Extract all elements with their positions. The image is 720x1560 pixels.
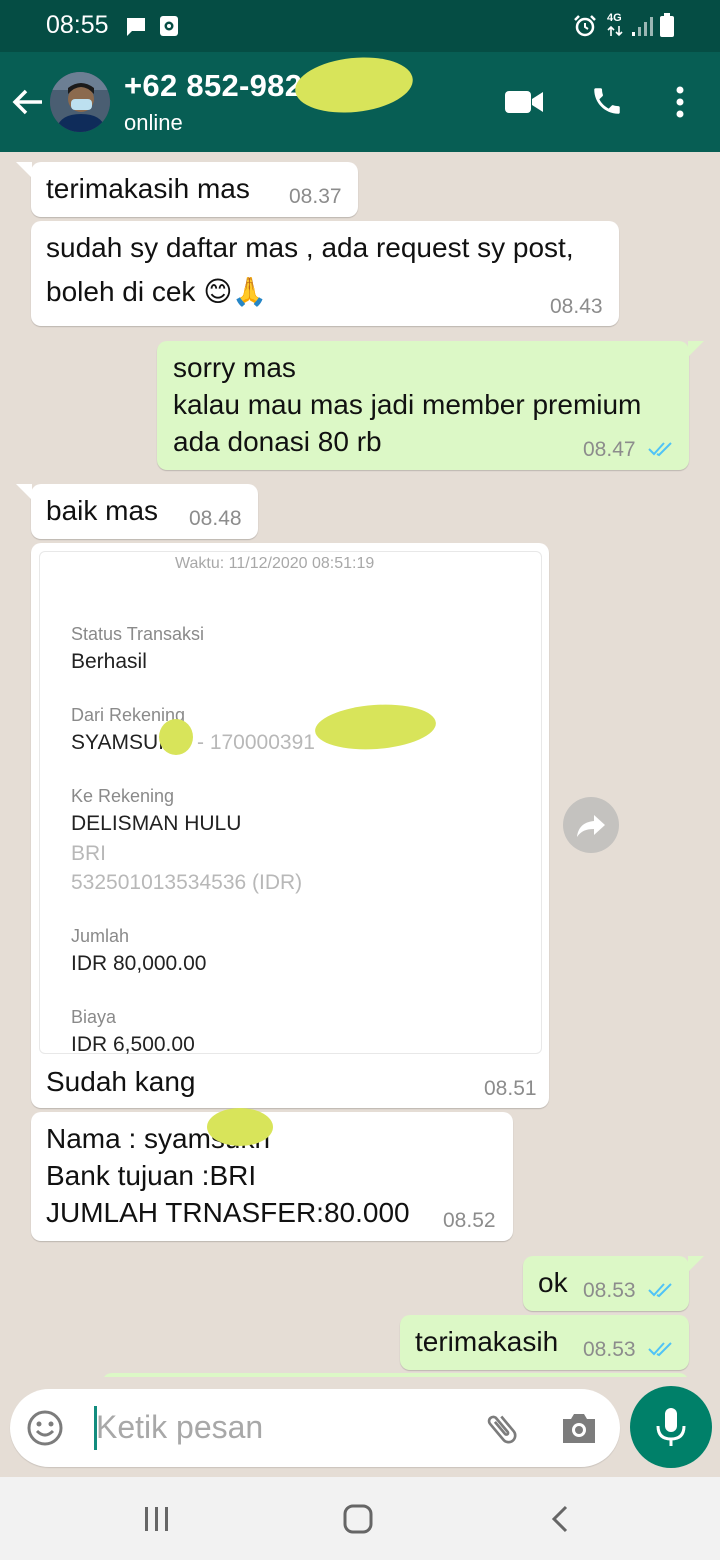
back-arrow-icon[interactable]	[8, 82, 48, 122]
bubble-tail	[688, 1256, 704, 1272]
message-time: 08.53	[583, 1279, 636, 1302]
message-time: 08.37	[289, 185, 342, 208]
message-text: JUMLAH TRNASFER:80.000	[46, 1197, 410, 1228]
status-value: Berhasil	[71, 650, 147, 673]
voice-call-icon[interactable]	[590, 84, 624, 118]
to-bank: BRI	[71, 842, 107, 865]
recent-apps-icon[interactable]	[140, 1505, 174, 1533]
message-text: baik mas	[46, 495, 159, 526]
contact-avatar[interactable]	[50, 72, 110, 132]
attach-icon[interactable]	[482, 1409, 522, 1449]
message-input-box[interactable]: Ketik pesan	[10, 1389, 620, 1467]
status-label: Status Transaksi	[71, 624, 205, 644]
incoming-message[interactable]: terimakasih mas 08.37	[31, 162, 358, 217]
outgoing-message[interactable]: terimakasih 08.53	[400, 1315, 689, 1370]
to-account-name: DELISMAN HULU	[71, 812, 242, 835]
contact-name[interactable]: +62 852-982	[124, 68, 302, 104]
from-account-name: SYAMSUI	[71, 731, 164, 754]
message-text: boleh di cek 😊🙏	[46, 276, 268, 307]
chat-header: +62 852-982 online	[0, 51, 720, 152]
incoming-image-message[interactable]: Waktu: 11/12/2020 08:51:19 Status Transa…	[31, 543, 549, 1108]
message-time: 08.47	[583, 438, 636, 461]
back-nav-icon[interactable]	[546, 1503, 576, 1535]
image-caption: Sudah kang	[46, 1066, 196, 1097]
read-receipt-icon	[648, 1342, 672, 1357]
alarm-icon	[574, 15, 596, 37]
video-call-icon[interactable]	[504, 88, 544, 116]
incoming-message[interactable]: Nama : syamsukri Bank tujuan :BRI JUMLAH…	[31, 1108, 513, 1241]
home-icon[interactable]	[340, 1503, 376, 1535]
message-text: sudah sy daftar mas , ada request sy pos…	[46, 232, 574, 263]
system-nav-bar	[0, 1477, 720, 1560]
amount-label: Jumlah	[71, 926, 130, 946]
message-time: 08.43	[550, 295, 603, 318]
message-time: 08.48	[189, 507, 242, 530]
bubble-tail	[16, 484, 32, 500]
message-text: terimakasih mas	[46, 173, 250, 204]
redaction-mark	[159, 719, 193, 755]
read-receipt-icon	[648, 1283, 672, 1298]
composer: Ketik pesan	[0, 1377, 720, 1477]
fee-label: Biaya	[71, 1007, 117, 1027]
message-time: 08.51	[484, 1077, 537, 1100]
app-notification-icon	[160, 16, 178, 36]
signal-icon	[632, 17, 653, 36]
network-type-label: 4G	[607, 12, 622, 24]
camera-icon[interactable]	[560, 1410, 598, 1446]
microphone-icon	[656, 1408, 686, 1446]
message-time: 08.53	[583, 1338, 636, 1361]
redaction-mark	[313, 700, 438, 754]
bubble-tail	[16, 162, 32, 178]
read-receipt-icon	[648, 442, 672, 457]
forward-button[interactable]	[563, 797, 619, 853]
status-time: 08:55	[46, 11, 109, 39]
from-account-number: - 170000391	[197, 731, 315, 754]
message-input[interactable]: Ketik pesan	[96, 1409, 263, 1446]
voice-message-button[interactable]	[630, 1386, 712, 1468]
battery-icon	[660, 13, 674, 37]
chat-area[interactable]: terimakasih mas 08.37 sudah sy daftar ma…	[0, 152, 720, 1377]
outgoing-message[interactable]: sorry mas kalau mau mas jadi member prem…	[157, 341, 689, 470]
message-text: ada donasi 80 rb	[173, 426, 382, 457]
message-text: ok	[538, 1267, 568, 1298]
incoming-message[interactable]: sudah sy daftar mas , ada request sy pos…	[31, 221, 619, 326]
incoming-message[interactable]: baik mas 08.48	[31, 484, 258, 539]
to-account-number: 532501013534536 (IDR)	[71, 871, 303, 894]
status-bar: 08:55 4G	[0, 0, 720, 52]
more-options-icon[interactable]	[670, 84, 690, 120]
redaction-mark	[292, 51, 416, 119]
fee-value: IDR 6,500.00	[71, 1033, 195, 1056]
avatar-photo-icon	[50, 72, 110, 132]
message-text: Bank tujuan :BRI	[46, 1160, 257, 1191]
receipt-timestamp: Waktu: 11/12/2020 08:51:19	[175, 555, 375, 572]
forward-arrow-icon	[577, 815, 605, 837]
contact-status: online	[124, 110, 183, 135]
outgoing-message[interactable]: ok 08.53	[523, 1256, 689, 1311]
redaction-mark	[207, 1108, 273, 1146]
transfer-receipt-image[interactable]: Waktu: 11/12/2020 08:51:19 Status Transa…	[39, 551, 542, 1056]
message-time: 08.52	[443, 1209, 496, 1232]
to-account-label: Ke Rekening	[71, 786, 175, 806]
message-text: kalau mau mas jadi member premium	[173, 389, 642, 420]
message-text: sorry mas	[173, 352, 296, 383]
amount-value: IDR 80,000.00	[71, 952, 207, 975]
message-notification-icon	[127, 18, 145, 36]
bubble-tail	[688, 341, 704, 357]
message-text: terimakasih	[415, 1326, 559, 1357]
emoji-icon[interactable]	[26, 1409, 64, 1447]
data-arrows-icon	[607, 25, 623, 37]
